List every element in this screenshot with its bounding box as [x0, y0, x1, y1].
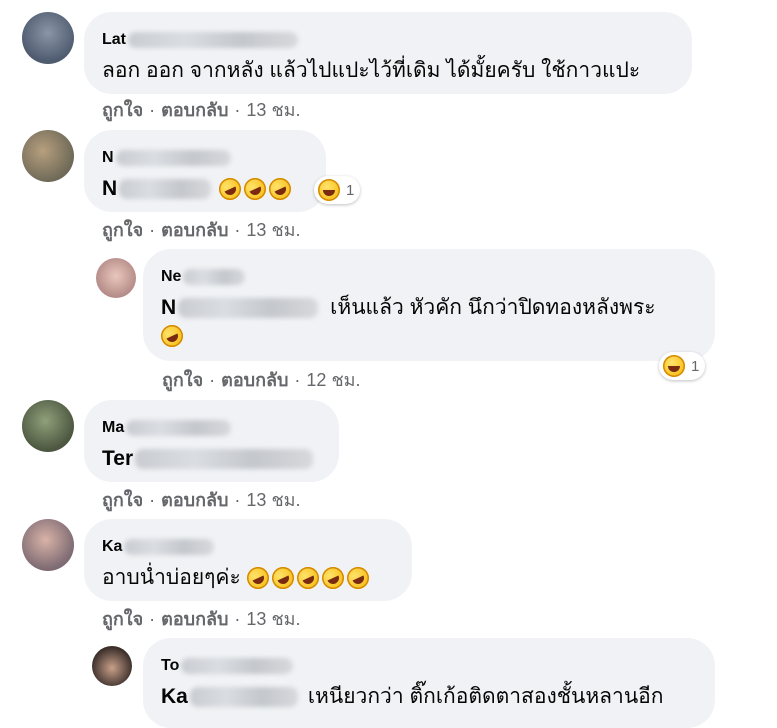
like-link[interactable]: ถูกใจ — [162, 370, 203, 390]
like-link[interactable]: ถูกใจ — [102, 100, 143, 120]
haha-reaction-icon — [318, 179, 340, 201]
timestamp[interactable]: 13 ชม. — [246, 490, 300, 510]
comment-actions: ถูกใจ · ตอบกลับ · 12 ชม. — [162, 370, 361, 390]
comment-bubble: Ne N เห็นแล้ว หัวคัก นึกว่าปิดทองหลังพระ — [143, 249, 715, 361]
like-link[interactable]: ถูกใจ — [102, 220, 143, 240]
comment-actions: ถูกใจ · ตอบกลับ · 13 ชม. — [102, 100, 301, 120]
timestamp[interactable]: 13 ชม. — [246, 609, 300, 629]
comment-bubble: N N — [84, 130, 326, 212]
comment-bubble: Ma Ter — [84, 400, 339, 482]
comment-emoji-line — [157, 321, 697, 351]
avatar[interactable] — [92, 646, 132, 686]
laugh-emoji-icon — [318, 563, 348, 593]
comment-text: อาบน่ำบ่อยๆค่ะ — [102, 563, 394, 593]
laugh-emoji-icon — [293, 563, 323, 593]
reaction-summary[interactable]: 1 — [314, 176, 361, 204]
comment-bubble: Ka อาบน่ำบ่อยๆค่ะ — [84, 519, 412, 601]
avatar[interactable] — [96, 258, 136, 298]
laugh-emoji-icon — [265, 174, 295, 204]
comment-text: ลอก ออก จากหลัง แล้วไปแปะไว้ที่เดิม ได้ม… — [102, 59, 641, 82]
laugh-emoji-icon — [268, 563, 298, 593]
comment-author[interactable]: Ma — [102, 418, 321, 438]
timestamp[interactable]: 13 ชม. — [246, 220, 300, 240]
like-link[interactable]: ถูกใจ — [102, 609, 143, 629]
reply-link[interactable]: ตอบกลับ — [161, 609, 228, 629]
comment-author[interactable]: Ne — [161, 267, 697, 287]
avatar[interactable] — [22, 519, 74, 571]
comment-author[interactable]: Ka — [102, 537, 394, 557]
comment-author[interactable]: To — [161, 656, 697, 676]
reply-link[interactable]: ตอบกลับ — [161, 220, 228, 240]
laugh-emoji-icon — [343, 563, 373, 593]
comment-text: Ka เหนียวกว่า ติ๊กเก้อติดตาสองชั้นหลานอี… — [161, 685, 664, 708]
timestamp[interactable]: 12 ชม. — [306, 370, 360, 390]
laugh-emoji-icon — [243, 563, 273, 593]
laugh-emoji-icon — [215, 174, 245, 204]
timestamp[interactable]: 13 ชม. — [246, 100, 300, 120]
avatar[interactable] — [22, 12, 74, 64]
comment-actions: ถูกใจ · ตอบกลับ · 13 ชม. — [102, 490, 301, 510]
haha-reaction-icon — [663, 355, 685, 377]
reply-link[interactable]: ตอบกลับ — [161, 100, 228, 120]
laugh-emoji-icon — [157, 321, 187, 351]
reaction-summary[interactable]: 1 — [659, 352, 706, 380]
comment-text: N เห็นแล้ว หัวคัก นึกว่าปิดทองหลังพระ — [161, 296, 656, 319]
laugh-emoji-icon — [240, 174, 270, 204]
comment-author[interactable]: Lat — [102, 30, 674, 50]
avatar[interactable] — [22, 130, 74, 182]
comment-actions: ถูกใจ · ตอบกลับ · 13 ชม. — [102, 220, 301, 240]
reply-link[interactable]: ตอบกลับ — [161, 490, 228, 510]
comment-text: N — [102, 174, 308, 204]
comment-text: Ter — [102, 444, 321, 474]
comment-actions: ถูกใจ · ตอบกลับ · 13 ชม. — [102, 609, 301, 629]
like-link[interactable]: ถูกใจ — [102, 490, 143, 510]
comment-bubble: Lat ลอก ออก จากหลัง แล้วไปแปะไว้ที่เดิม … — [84, 12, 692, 94]
reply-link[interactable]: ตอบกลับ — [221, 370, 288, 390]
comment-bubble: To Ka เหนียวกว่า ติ๊กเก้อติดตาสองชั้นหลา… — [143, 638, 715, 728]
avatar[interactable] — [22, 400, 74, 452]
comment-author[interactable]: N — [102, 148, 308, 168]
